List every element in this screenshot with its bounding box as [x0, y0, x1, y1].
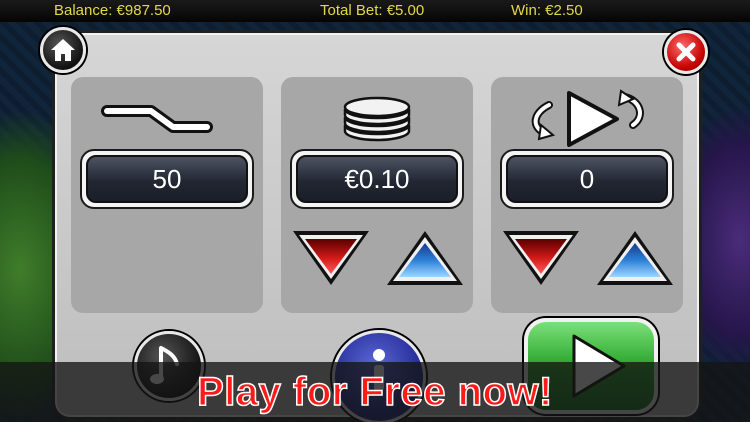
status-bar: Balance: €987.50 Total Bet: €5.00 Win: €…: [0, 0, 750, 22]
coin-value-card: €0.10: [281, 77, 473, 313]
autoplay-value: 0: [506, 155, 668, 203]
lines-card: 50: [71, 77, 263, 313]
close-button[interactable]: [664, 30, 708, 74]
autoplay-decrease-button[interactable]: [499, 227, 583, 289]
home-icon: [51, 39, 75, 61]
autoplay-value-box: 0: [500, 149, 674, 209]
promo-text[interactable]: Play for Free now!: [196, 369, 553, 415]
autoplay-icon: [531, 89, 644, 147]
promo-banner[interactable]: Play for Free now!: [0, 362, 750, 422]
total-bet-display: Total Bet: €5.00: [320, 2, 425, 19]
coin-value: €0.10: [296, 155, 458, 203]
home-button[interactable]: [40, 27, 86, 73]
coin-increase-button[interactable]: [383, 227, 467, 289]
coin-stack-icon: [343, 96, 411, 142]
lines-value: 50: [86, 155, 248, 203]
balance-display: Balance: €987.50: [54, 2, 171, 19]
lines-value-box: 50: [80, 149, 254, 209]
paylines-icon: [101, 105, 213, 133]
autoplay-increase-button[interactable]: [593, 227, 677, 289]
coin-decrease-button[interactable]: [289, 227, 373, 289]
autoplay-card: 0: [491, 77, 683, 313]
coin-value-box: €0.10: [290, 149, 464, 209]
close-icon: [676, 42, 696, 62]
win-display: Win: €2.50: [511, 2, 583, 19]
